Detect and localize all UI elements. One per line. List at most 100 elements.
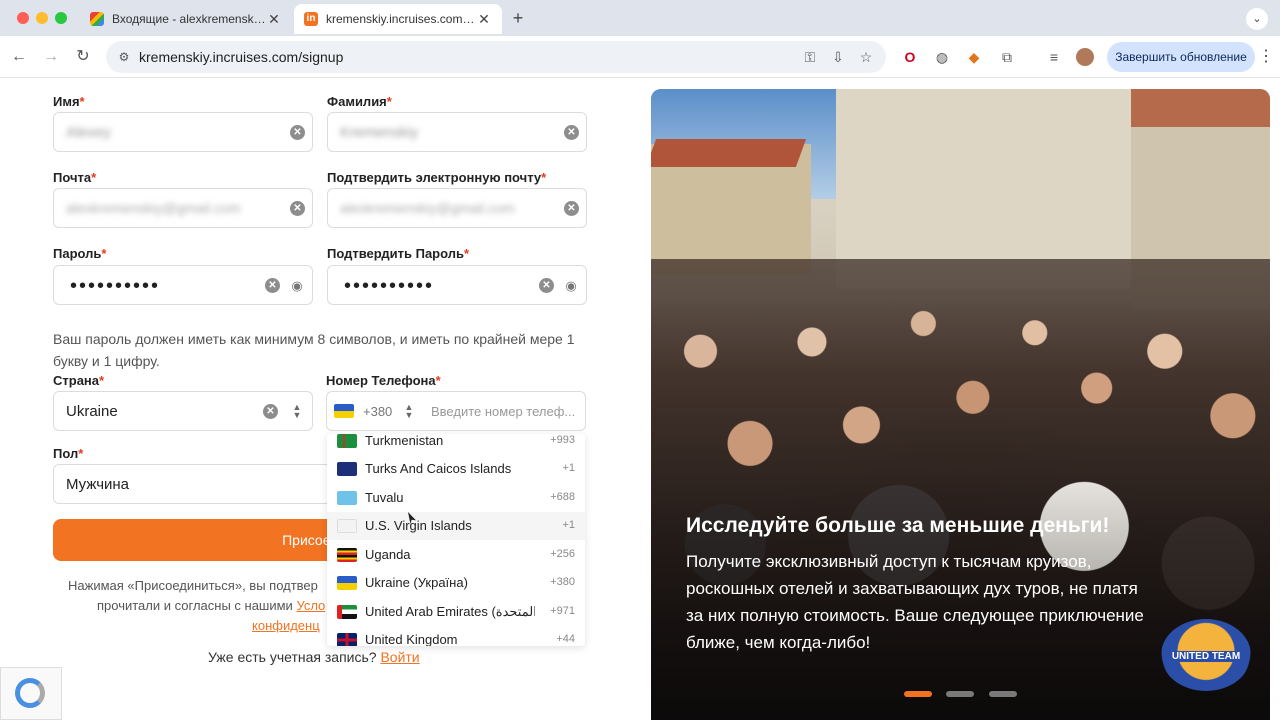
last-name-value: Kremenskiy (340, 124, 419, 141)
media-queue-icon[interactable]: ≡ (1044, 47, 1064, 67)
password-hint: Ваш пароль должен иметь как минимум 8 си… (53, 331, 575, 369)
dropdown-option[interactable]: United Arab Emirates (‫الإمارات العربية … (327, 598, 585, 626)
globe-extension-icon[interactable]: ◍ (932, 47, 952, 67)
install-app-icon[interactable]: ⇩ (828, 47, 848, 67)
finish-update-button[interactable]: Завершить обновление (1107, 42, 1255, 72)
carousel-dot[interactable] (946, 691, 974, 697)
recaptcha-badge[interactable] (0, 667, 62, 720)
carousel-dot[interactable] (989, 691, 1017, 697)
email-field[interactable]: alexkremenskiy@gmail.com ✕ (53, 188, 313, 228)
first-name-value: Alexey (66, 124, 112, 141)
turks-caicos-flag-icon (337, 462, 357, 476)
phone-input[interactable]: Введите номер телеф... (431, 404, 581, 419)
have-account-text: Уже есть учетная запись? Войти (208, 649, 420, 665)
clear-icon[interactable]: ✕ (564, 201, 579, 216)
clear-icon[interactable]: ✕ (564, 125, 579, 140)
confirm-password-value: •••••••••• (344, 275, 435, 297)
new-tab-button[interactable]: + (508, 8, 528, 29)
confirm-email-value: alexkremenskiy@gmail.com (340, 200, 515, 216)
dropdown-option[interactable]: U.S. Virgin Islands +1 (327, 512, 585, 540)
united-team-logo: UNITED TEAM (1161, 619, 1251, 691)
first-name-field[interactable]: Alexey ✕ (53, 112, 313, 152)
show-password-eye-icon[interactable]: ◉ (288, 278, 306, 293)
carousel-dot-active[interactable] (904, 691, 932, 697)
clear-icon[interactable]: ✕ (290, 125, 305, 140)
clear-icon[interactable]: ✕ (265, 278, 280, 293)
country-label: Страна* (53, 373, 105, 388)
recaptcha-icon (15, 678, 45, 708)
last-name-label: Фамилия* (327, 94, 392, 109)
tab-signup[interactable]: in kremenskiy.incruises.com/sig ✕ (294, 4, 502, 34)
browser-menu-icon[interactable]: ⋮ (1258, 46, 1274, 66)
confirm-password-field[interactable]: •••••••••• ✕ ◉ (327, 265, 587, 305)
gender-label: Пол* (53, 446, 84, 461)
close-window-button[interactable] (17, 12, 29, 24)
back-icon[interactable]: ← (8, 46, 30, 68)
privacy-link[interactable]: конфиденц (252, 618, 320, 633)
dial-code-arrows-icon[interactable]: ▲ ▼ (403, 403, 415, 420)
dropdown-option[interactable]: United Kingdom +44 (327, 626, 585, 646)
confirm-email-field[interactable]: alexkremenskiy@gmail.com ✕ (327, 188, 587, 228)
dropdown-option[interactable]: Uganda +256 (327, 541, 585, 569)
clear-icon[interactable]: ✕ (263, 404, 278, 419)
country-code-dropdown[interactable]: Turkmenistan +993 Turks And Caicos Islan… (327, 434, 585, 646)
hero-title: Исследуйте больше за меньшие деньги! (686, 514, 1110, 537)
close-tab-icon[interactable]: ✕ (266, 11, 282, 28)
phone-label: Номер Телефона* (326, 373, 441, 388)
extensions-puzzle-icon[interactable]: ⧉ (997, 47, 1017, 67)
tab-strip: Входящие - alexkremenskiy@ ✕ in kremensk… (0, 0, 1280, 36)
country-value: Ukraine (66, 403, 118, 420)
maximize-window-button[interactable] (55, 12, 67, 24)
confirm-password-label: Подтвердить Пароль* (327, 246, 470, 261)
metamask-extension-icon[interactable]: ◆ (964, 47, 984, 67)
clear-icon[interactable]: ✕ (290, 201, 305, 216)
show-password-eye-icon[interactable]: ◉ (562, 278, 580, 293)
phone-field[interactable]: +380 ▲ ▼ Введите номер телеф... (326, 391, 586, 431)
dropdown-option[interactable]: Tuvalu +688 (327, 484, 585, 512)
uganda-flag-icon (337, 548, 357, 562)
uae-flag-icon (337, 605, 357, 619)
tab-gmail[interactable]: Входящие - alexkremenskiy@ ✕ (80, 4, 292, 34)
clear-icon[interactable]: ✕ (539, 278, 554, 293)
opera-extension-icon[interactable]: O (900, 47, 920, 67)
terms-link[interactable]: Усло (296, 598, 325, 613)
country-select[interactable]: Ukraine ✕ ▲ ▼ (53, 391, 313, 431)
confirm-email-label: Подтвердить электронную почту* (327, 170, 547, 185)
tab-title: Входящие - alexkremenskiy@ (112, 12, 266, 26)
gmail-icon (90, 12, 104, 26)
ukraine-flag-icon (337, 576, 357, 590)
tuvalu-flag-icon (337, 491, 357, 505)
roof (651, 139, 807, 167)
uk-flag-icon (337, 633, 357, 646)
browser-chrome: Входящие - alexkremenskiy@ ✕ in kremensk… (0, 0, 1280, 78)
profile-avatar[interactable] (1076, 48, 1094, 66)
email-value: alexkremenskiy@gmail.com (66, 200, 241, 216)
turkmenistan-flag-icon (337, 434, 357, 448)
close-tab-icon[interactable]: ✕ (476, 11, 492, 28)
first-name-label: Имя* (53, 94, 85, 109)
ukraine-flag-icon (334, 404, 354, 418)
tab-title: kremenskiy.incruises.com/sig (326, 12, 476, 26)
hero-panel: Исследуйте больше за меньшие деньги! Пол… (651, 89, 1270, 720)
login-link[interactable]: Войти (380, 649, 419, 665)
password-value: •••••••••• (70, 275, 161, 297)
tab-search-icon[interactable]: ⌄ (1246, 8, 1268, 30)
address-bar[interactable]: ⚙ kremenskiy.incruises.com/signup ⚿ ⇩ ☆ (106, 41, 886, 73)
dropdown-option[interactable]: Ukraine (Україна) +380 (327, 569, 585, 597)
email-label: Почта* (53, 170, 97, 185)
reload-icon[interactable]: ↻ (72, 46, 94, 68)
minimize-window-button[interactable] (36, 12, 48, 24)
site-info-icon[interactable]: ⚙ (116, 49, 132, 65)
dropdown-option[interactable]: Turks And Caicos Islands +1 (327, 455, 585, 483)
select-arrows-icon[interactable]: ▲ ▼ (291, 403, 303, 420)
dropdown-option[interactable]: Turkmenistan +993 (327, 434, 585, 455)
forward-icon[interactable]: → (40, 46, 62, 68)
toolbar: ← → ↻ ⚙ kremenskiy.incruises.com/signup … (0, 36, 1280, 78)
dial-code: +380 (363, 404, 393, 419)
us-virgin-islands-flag-icon (337, 519, 357, 533)
last-name-field[interactable]: Kremenskiy ✕ (327, 112, 587, 152)
bookmark-star-icon[interactable]: ☆ (856, 47, 876, 67)
password-field[interactable]: •••••••••• ✕ ◉ (53, 265, 313, 305)
password-label: Пароль* (53, 246, 107, 261)
password-key-icon[interactable]: ⚿ (800, 47, 820, 67)
